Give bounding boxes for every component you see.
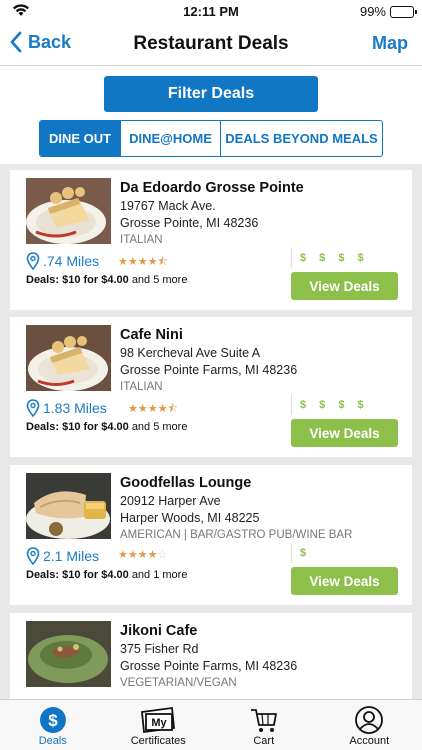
- battery-percent: 99%: [359, 4, 386, 19]
- view-deals-button[interactable]: View Deals: [291, 567, 398, 595]
- restaurant-name: Goodfellas Lounge: [120, 475, 252, 491]
- restaurant-name: Cafe Nini: [120, 327, 183, 343]
- restaurant-cuisine: ITALIAN: [120, 234, 163, 246]
- price-level: $: [291, 543, 311, 563]
- chevron-left-icon: [10, 31, 22, 53]
- filter-deals-button[interactable]: Filter Deals: [104, 76, 318, 112]
- restaurant-cuisine: VEGETARIAN/VEGAN: [120, 677, 237, 689]
- bottom-tab-bar: $ Deals My Certificates Cart Account: [0, 699, 422, 750]
- rating-stars: ★★★★☆: [118, 549, 168, 561]
- restaurant-photo: [26, 178, 111, 244]
- deals-more: and 1 more: [131, 569, 188, 581]
- tab-label: Deals: [38, 735, 67, 747]
- deals-prefix: Deals:: [26, 421, 60, 433]
- deals-main: $10 for $4.00: [62, 569, 129, 581]
- rating-stars: ★★★★⯪: [118, 256, 168, 268]
- distance-value: .74 Miles: [43, 253, 100, 269]
- svg-text:$: $: [48, 711, 58, 730]
- price-level: $ $ $ $: [291, 395, 369, 415]
- view-deals-button[interactable]: View Deals: [291, 272, 398, 300]
- restaurant-photo: [26, 621, 111, 687]
- deals-main: $10 for $4.00: [62, 421, 129, 433]
- restaurant-photo: [26, 473, 111, 539]
- restaurant-address-line2: Grosse Pointe Farms, MI 48236: [120, 659, 298, 673]
- deal-type-segmented-control: DINE OUT DINE@HOME DEALS BEYOND MEALS: [39, 120, 383, 157]
- deals-main: $10 for $4.00: [62, 274, 129, 286]
- segment-dine-at-home[interactable]: DINE@HOME: [121, 121, 221, 156]
- price-level: $ $ $ $: [291, 248, 369, 268]
- restaurant-card[interactable]: Goodfellas Lounge 20912 Harper Ave Harpe…: [10, 465, 412, 605]
- restaurant-address-line2: Harper Woods, MI 48225: [120, 511, 260, 525]
- battery-indicator: 99%: [359, 4, 417, 19]
- cart-icon: [249, 705, 279, 735]
- restaurant-distance[interactable]: 2.1 Miles: [26, 547, 99, 565]
- segment-deals-beyond-meals[interactable]: DEALS BEYOND MEALS: [221, 121, 382, 156]
- tab-cart[interactable]: Cart: [211, 700, 317, 750]
- deals-summary: Deals: $10 for $4.00 and 5 more: [26, 421, 187, 433]
- restaurant-name: Da Edoardo Grosse Pointe: [120, 180, 304, 196]
- segment-dine-out[interactable]: DINE OUT: [40, 121, 121, 156]
- tab-deals[interactable]: $ Deals: [0, 700, 106, 750]
- restaurant-name: Jikoni Cafe: [120, 623, 198, 639]
- status-bar: 12:11 PM 99%: [0, 0, 422, 22]
- account-icon: [354, 705, 384, 735]
- location-pin-icon: [26, 399, 40, 417]
- certificate-icon: My: [138, 705, 178, 735]
- tab-label: Cart: [253, 735, 275, 747]
- restaurant-address-line1: 19767 Mack Ave.: [120, 199, 216, 213]
- deals-summary: Deals: $10 for $4.00 and 1 more: [26, 569, 187, 581]
- restaurant-distance[interactable]: .74 Miles: [26, 252, 99, 270]
- deals-more: and 5 more: [131, 421, 188, 433]
- restaurant-cuisine: AMERICAN | BAR/GASTRO PUB/WINE BAR: [120, 529, 353, 541]
- filter-area: Filter Deals DINE OUT DINE@HOME DEALS BE…: [0, 66, 422, 164]
- tab-label: Account: [349, 735, 390, 747]
- dollar-icon: $: [39, 705, 67, 735]
- deals-summary: Deals: $10 for $4.00 and 5 more: [26, 274, 187, 286]
- battery-icon: [390, 5, 417, 18]
- restaurant-list[interactable]: Da Edoardo Grosse Pointe 19767 Mack Ave.…: [0, 164, 422, 699]
- restaurant-card[interactable]: Da Edoardo Grosse Pointe 19767 Mack Ave.…: [10, 170, 412, 310]
- restaurant-address-line1: 98 Kercheval Ave Suite A: [120, 346, 261, 360]
- page-title: Restaurant Deals: [133, 32, 289, 54]
- distance-value: 1.83 Miles: [43, 400, 107, 416]
- back-button[interactable]: Back: [10, 31, 71, 53]
- restaurant-photo: [26, 325, 111, 391]
- deals-prefix: Deals:: [26, 274, 60, 286]
- restaurant-card[interactable]: Cafe Nini 98 Kercheval Ave Suite A Gross…: [10, 317, 412, 457]
- tab-label: Certificates: [130, 735, 186, 747]
- deals-more: and 5 more: [131, 274, 188, 286]
- navigation-bar: Back Restaurant Deals Map: [0, 22, 422, 66]
- restaurant-distance[interactable]: 1.83 Miles: [26, 399, 107, 417]
- view-deals-button[interactable]: View Deals: [291, 419, 398, 447]
- restaurant-cuisine: ITALIAN: [120, 381, 163, 393]
- location-pin-icon: [26, 252, 40, 270]
- deals-prefix: Deals:: [26, 569, 60, 581]
- svg-text:My: My: [152, 717, 168, 729]
- restaurant-address-line2: Grosse Pointe, MI 48236: [120, 216, 259, 230]
- restaurant-address-line2: Grosse Pointe Farms, MI 48236: [120, 363, 298, 377]
- wifi-icon: [12, 3, 30, 20]
- distance-value: 2.1 Miles: [43, 548, 100, 564]
- restaurant-address-line1: 20912 Harper Ave: [120, 494, 221, 508]
- map-button[interactable]: Map: [372, 33, 408, 54]
- back-label: Back: [28, 31, 72, 52]
- rating-stars: ★★★★⯪: [128, 403, 178, 415]
- restaurant-address-line1: 375 Fisher Rd: [120, 642, 199, 656]
- location-pin-icon: [26, 547, 40, 565]
- tab-certificates[interactable]: My Certificates: [106, 700, 212, 750]
- status-time: 12:11 PM: [183, 3, 239, 19]
- restaurant-card[interactable]: Jikoni Cafe 375 Fisher Rd Grosse Pointe …: [10, 613, 412, 699]
- tab-account[interactable]: Account: [317, 700, 422, 750]
